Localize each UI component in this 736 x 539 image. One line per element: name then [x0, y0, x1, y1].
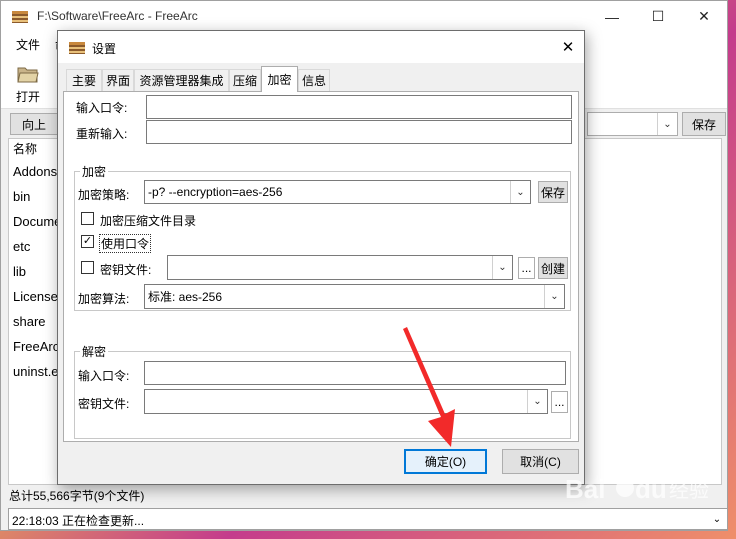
- up-button[interactable]: 向上: [10, 113, 58, 135]
- close-icon[interactable]: ✕: [558, 37, 578, 57]
- decrypt-keyfile-label: 密钥文件:: [78, 397, 130, 411]
- keyfile-browse-button[interactable]: ...: [518, 257, 535, 279]
- password-input[interactable]: [146, 95, 572, 119]
- list-item[interactable]: FreeArc.: [13, 339, 63, 354]
- minimize-icon[interactable]: —: [589, 1, 635, 32]
- svg-text:Bai: Bai: [565, 474, 605, 504]
- tab-info[interactable]: 信息: [298, 69, 330, 91]
- list-item[interactable]: License: [13, 289, 58, 304]
- tab-interface[interactable]: 界面: [102, 69, 134, 91]
- chevron-down-icon[interactable]: ⌄: [657, 113, 677, 135]
- algorithm-value: 标准: aes-256: [148, 290, 223, 304]
- algorithm-label: 加密算法:: [78, 292, 130, 306]
- password-label: 输入口令:: [76, 101, 128, 115]
- chevron-down-icon[interactable]: ⌄: [510, 181, 530, 203]
- chevron-down-icon[interactable]: ⌄: [527, 390, 547, 413]
- reenter-label: 重新输入:: [76, 127, 128, 141]
- use-password-label: 使用口令: [99, 234, 152, 253]
- use-password-checkbox[interactable]: ✓: [81, 235, 94, 248]
- settings-dialog: 设置 ✕ 主要 界面 资源管理器集成 压缩 加密 信息 输入口令: 重新输入: …: [57, 30, 585, 485]
- list-item[interactable]: etc: [13, 239, 30, 254]
- decrypt-password-label: 输入口令:: [78, 369, 130, 383]
- tab-main[interactable]: 主要: [66, 69, 102, 91]
- list-item[interactable]: share: [13, 314, 46, 329]
- tab-compression[interactable]: 压缩: [229, 69, 261, 91]
- policy-label: 加密策略:: [78, 188, 130, 202]
- path-combo[interactable]: ⌄: [587, 112, 678, 136]
- baidu-watermark-logo: Bai du 经验 jingyan.baidu.com: [565, 474, 709, 525]
- dialog-titlebar: 设置 ✕: [58, 31, 584, 63]
- encryption-tab-panel: 输入口令: 重新输入: 加密 加密策略: -p? --encryption=ae…: [63, 91, 579, 442]
- encrypt-dir-label: 加密压缩文件目录: [100, 214, 197, 228]
- tab-encryption[interactable]: 加密: [261, 66, 298, 92]
- list-item[interactable]: Addons: [13, 164, 57, 179]
- decrypt-keyfile-combo[interactable]: ⌄: [144, 389, 548, 414]
- svg-text:du: du: [635, 474, 667, 504]
- svg-text:经验: 经验: [669, 478, 709, 502]
- save-path-button[interactable]: 保存: [682, 112, 726, 136]
- maximize-icon[interactable]: ☐: [635, 1, 681, 32]
- total-size-text: 总计55,566字节(9个文件): [9, 489, 145, 503]
- ok-button[interactable]: 确定(O): [404, 449, 487, 474]
- freearc-app-icon: [69, 42, 85, 54]
- svg-text:jingyan.baidu.com: jingyan.baidu.com: [566, 510, 672, 525]
- tab-explorer-integration[interactable]: 资源管理器集成: [134, 69, 229, 91]
- keyfile-checkbox[interactable]: [81, 261, 94, 274]
- menu-file[interactable]: 文件: [16, 36, 40, 53]
- freearc-app-icon: [12, 11, 28, 23]
- chevron-down-icon[interactable]: ⌄: [492, 256, 512, 279]
- list-item[interactable]: lib: [13, 264, 26, 279]
- keyfile-create-button[interactable]: 创建: [538, 257, 568, 279]
- column-header-name[interactable]: 名称: [13, 140, 37, 157]
- dialog-title: 设置: [92, 42, 117, 56]
- folder-open-icon[interactable]: [17, 64, 39, 84]
- red-arrow-annotation: [403, 327, 455, 447]
- checkmark-icon: ✓: [82, 235, 93, 247]
- algorithm-combo[interactable]: 标准: aes-256 ⌄: [144, 284, 565, 309]
- decrypt-browse-button[interactable]: ...: [551, 391, 568, 413]
- policy-combo[interactable]: -p? --encryption=aes-256 ⌄: [144, 180, 531, 204]
- keyfile-combo[interactable]: ⌄: [167, 255, 513, 280]
- reenter-password-input[interactable]: [146, 120, 572, 144]
- main-titlebar: F:\Software\FreeArc - FreeArc — ☐ ✕: [1, 1, 727, 32]
- encryption-group-title: 加密: [80, 163, 109, 180]
- close-icon[interactable]: ✕: [681, 1, 727, 32]
- decrypt-password-input[interactable]: [144, 361, 566, 385]
- open-button-label[interactable]: 打开: [16, 88, 40, 105]
- policy-save-button[interactable]: 保存: [538, 181, 568, 203]
- encrypt-dir-checkbox[interactable]: [81, 212, 94, 225]
- status-text: 22:18:03 正在检查更新...: [12, 514, 145, 528]
- policy-value: -p? --encryption=aes-256: [148, 185, 283, 199]
- chevron-down-icon[interactable]: ⌄: [544, 285, 564, 308]
- main-window-title: F:\Software\FreeArc - FreeArc: [37, 9, 198, 23]
- decryption-group-title: 解密: [80, 343, 109, 360]
- keyfile-label: 密钥文件:: [100, 263, 152, 277]
- list-item[interactable]: bin: [13, 189, 30, 204]
